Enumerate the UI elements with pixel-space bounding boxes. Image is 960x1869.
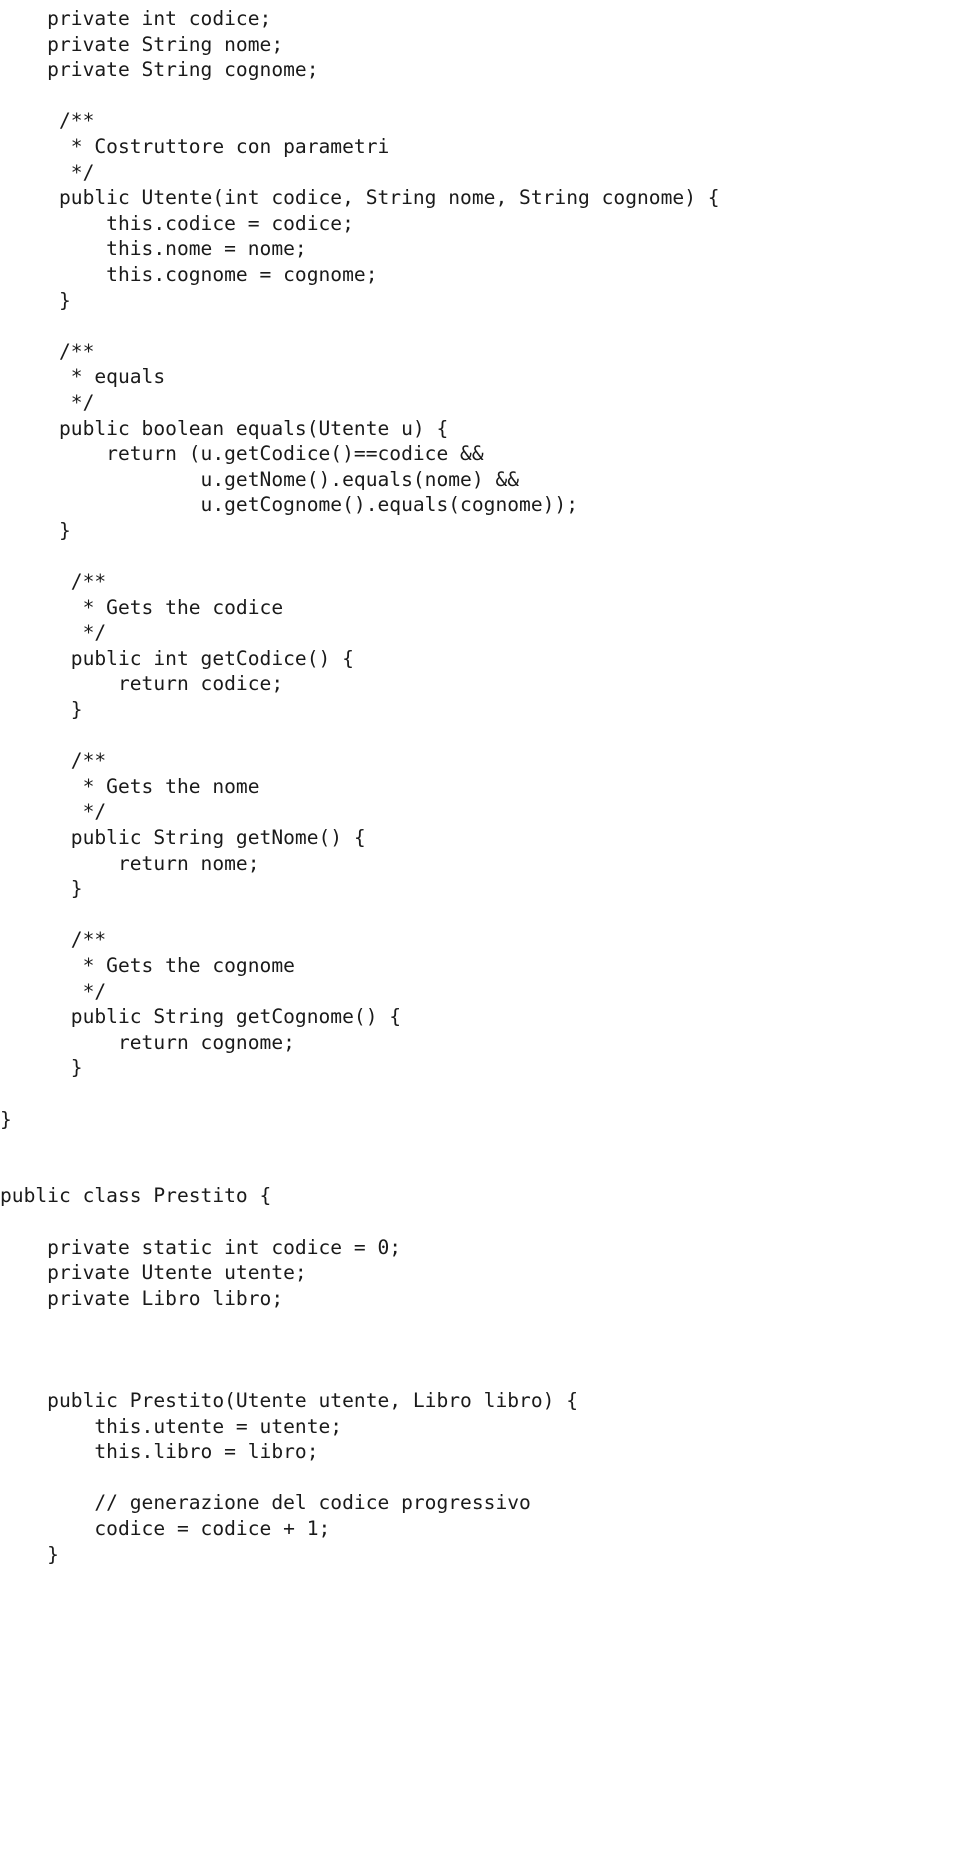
code-line: return nome; — [0, 851, 260, 875]
code-line: */ — [0, 621, 107, 645]
code-line: return cognome; — [0, 1030, 295, 1054]
code-line: } — [0, 518, 71, 542]
code-line: } — [0, 698, 83, 722]
code-line: return codice; — [0, 672, 284, 696]
code-line: */ — [0, 979, 107, 1003]
code-line: private static int codice = 0; — [0, 1235, 402, 1259]
code-line: this.utente = utente; — [0, 1414, 343, 1438]
code-line: */ — [0, 800, 107, 824]
code-line: u.getNome().equals(nome) && — [0, 467, 520, 491]
code-line: } — [0, 1107, 12, 1131]
code-line: this.codice = codice; — [0, 211, 354, 235]
code-line: this.cognome = cognome; — [0, 262, 378, 286]
code-line: * equals — [0, 365, 166, 389]
code-line: private String cognome; — [0, 58, 319, 82]
code-line: return (u.getCodice()==codice && — [0, 442, 484, 466]
code-line: /** — [0, 928, 107, 952]
code-line: /** — [0, 570, 107, 594]
code-line: * Gets the codice — [0, 595, 284, 619]
code-line: this.nome = nome; — [0, 237, 307, 261]
code-line: public String getCognome() { — [0, 1005, 402, 1029]
code-line: /** — [0, 749, 107, 773]
code-line: u.getCognome().equals(cognome)); — [0, 493, 579, 517]
code-line: * Gets the nome — [0, 774, 260, 798]
code-line: */ — [0, 390, 95, 414]
code-line: public Utente(int codice, String nome, S… — [0, 186, 720, 210]
code-line: private String nome; — [0, 32, 284, 56]
code-line: /** — [0, 109, 95, 133]
code-line: this.libro = libro; — [0, 1440, 319, 1464]
code-line: } — [0, 877, 83, 901]
code-line: private Utente utente; — [0, 1261, 307, 1285]
code-line: public class Prestito { — [0, 1184, 272, 1208]
code-line: } — [0, 1542, 59, 1566]
code-line: // generazione del codice progressivo — [0, 1491, 531, 1515]
document-page: private int codice; private String nome;… — [0, 0, 960, 1869]
code-line: public int getCodice() { — [0, 646, 354, 670]
code-line: private Libro libro; — [0, 1286, 284, 1310]
code-line: public Prestito(Utente utente, Libro lib… — [0, 1389, 579, 1413]
code-line: public String getNome() { — [0, 826, 366, 849]
code-listing: private int codice; private String nome;… — [0, 6, 960, 1567]
code-line: */ — [0, 160, 95, 184]
code-line: codice = codice + 1; — [0, 1517, 331, 1541]
code-line: private int codice; — [0, 7, 272, 30]
code-line: } — [0, 288, 71, 312]
code-line: public boolean equals(Utente u) { — [0, 416, 449, 440]
code-line: * Costruttore con parametri — [0, 134, 390, 158]
code-line: * Gets the cognome — [0, 953, 295, 977]
code-line: /** — [0, 339, 95, 363]
code-line: } — [0, 1056, 83, 1080]
